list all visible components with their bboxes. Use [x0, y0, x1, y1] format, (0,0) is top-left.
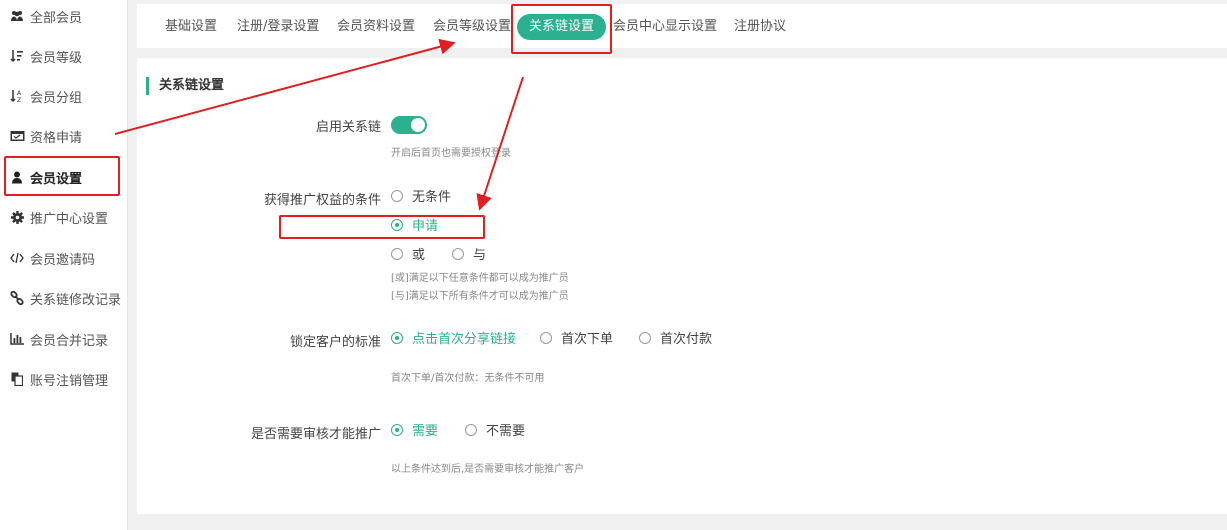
link-icon — [9, 290, 25, 306]
tab-member-level[interactable]: 会员等级设置 — [433, 14, 511, 40]
sidebar-item-invite-code[interactable]: 会员邀请码 — [0, 238, 128, 278]
radio-label: 首次下单 — [561, 332, 614, 347]
svg-text:A: A — [17, 90, 22, 97]
tab-register-agreement[interactable]: 注册协议 — [734, 14, 786, 40]
sidebar-item-member-group[interactable]: AZ 会员分组 — [0, 76, 128, 116]
promo-hint-or: [或]满足以下任意条件都可以成为推广员 — [391, 273, 569, 284]
users-icon — [9, 8, 25, 24]
annotation-box-member-settings — [4, 156, 120, 196]
sidebar-item-all-members[interactable]: 全部会员 — [0, 0, 128, 36]
tab-member-profile[interactable]: 会员资料设置 — [337, 14, 415, 40]
sidebar: 全部会员 会员等级 AZ 会员分组 资格申请 会员设置 推广中心设置 会员邀请码… — [0, 0, 128, 530]
sidebar-item-label: 会员邀请码 — [30, 252, 96, 268]
radio-review-required[interactable]: 需要 — [391, 420, 438, 439]
sidebar-item-label: 资格申请 — [30, 130, 83, 146]
tab-member-center-display[interactable]: 会员中心显示设置 — [613, 14, 717, 40]
sidebar-item-promotion-center[interactable]: 推广中心设置 — [0, 197, 128, 237]
promo-hint-and: [与]满足以下所有条件才可以成为推广员 — [391, 291, 569, 302]
radio-circle — [391, 247, 403, 260]
radio-first-payment[interactable]: 首次付款 — [639, 328, 712, 347]
radio-label: 或 — [412, 248, 426, 263]
sidebar-item-member-level[interactable]: 会员等级 — [0, 36, 128, 76]
radio-label: 需要 — [412, 424, 439, 439]
sidebar-item-relation-log[interactable]: 关系链修改记录 — [0, 278, 128, 318]
sort-level-icon — [9, 48, 25, 64]
sidebar-item-label: 会员分组 — [30, 90, 83, 106]
annotation-box-apply-option — [279, 215, 485, 239]
radio-review-not-required[interactable]: 不需要 — [465, 420, 525, 439]
file-icon — [9, 371, 25, 387]
enable-relation-toggle[interactable] — [391, 116, 427, 134]
radio-circle — [391, 423, 403, 436]
radio-label: 无条件 — [412, 190, 452, 205]
enable-hint: 开启后首页也需要授权登录 — [391, 148, 511, 159]
enable-label: 启用关系链 — [315, 120, 381, 135]
section-title: 关系链设置 — [146, 77, 224, 95]
sidebar-item-label: 会员等级 — [30, 50, 83, 66]
lock-customer-label: 锁定客户的标准 — [289, 335, 381, 350]
lock-hint: 首次下单/首次付款：无条件不可用 — [391, 373, 545, 384]
sidebar-item-account-cancel[interactable]: 账号注销管理 — [0, 359, 128, 399]
inbox-icon — [9, 128, 25, 144]
radio-label: 点击首次分享链接 — [412, 332, 517, 347]
sidebar-item-label: 全部会员 — [30, 10, 83, 26]
sort-az-icon: AZ — [9, 88, 25, 104]
review-label: 是否需要审核才能推广 — [250, 427, 381, 442]
bar-chart-icon — [9, 331, 25, 347]
promo-condition-label: 获得推广权益的条件 — [263, 193, 381, 208]
radio-label: 首次付款 — [660, 332, 713, 347]
sidebar-item-label: 账号注销管理 — [30, 373, 109, 389]
sidebar-item-label: 关系链修改记录 — [30, 292, 122, 308]
radio-circle — [391, 331, 403, 344]
radio-circle — [452, 247, 464, 260]
radio-label: 与 — [473, 248, 487, 263]
gear-icon — [9, 209, 25, 225]
sidebar-item-qualification[interactable]: 资格申请 — [0, 116, 128, 156]
settings-panel: 关系链设置 启用关系链 开启后首页也需要授权登录 获得推广权益的条件 无条件 申… — [137, 58, 1227, 514]
radio-and[interactable]: 与 — [452, 244, 486, 263]
sidebar-item-merge-log[interactable]: 会员合并记录 — [0, 319, 128, 359]
annotation-box-relation-tab — [511, 4, 612, 54]
radio-circle — [540, 331, 552, 344]
review-hint: 以上条件达到后,是否需要审核才能推广客户 — [391, 464, 585, 475]
tab-basic[interactable]: 基础设置 — [165, 14, 217, 40]
tab-register-login[interactable]: 注册/登录设置 — [237, 14, 319, 40]
radio-label: 不需要 — [486, 424, 526, 439]
radio-first-share-click[interactable]: 点击首次分享链接 — [391, 328, 516, 347]
settings-tabs: 基础设置 注册/登录设置 会员资料设置 会员等级设置 关系链设置 会员中心显示设… — [137, 4, 1227, 48]
sidebar-item-label: 推广中心设置 — [30, 211, 109, 227]
radio-circle — [639, 331, 651, 344]
radio-first-order[interactable]: 首次下单 — [540, 328, 613, 347]
svg-text:Z: Z — [17, 97, 21, 103]
radio-circle — [465, 423, 477, 436]
radio-or[interactable]: 或 — [391, 244, 425, 263]
radio-no-condition[interactable]: 无条件 — [391, 186, 451, 205]
sidebar-item-label: 会员合并记录 — [30, 333, 109, 349]
radio-circle — [391, 189, 403, 202]
code-icon — [9, 250, 25, 266]
